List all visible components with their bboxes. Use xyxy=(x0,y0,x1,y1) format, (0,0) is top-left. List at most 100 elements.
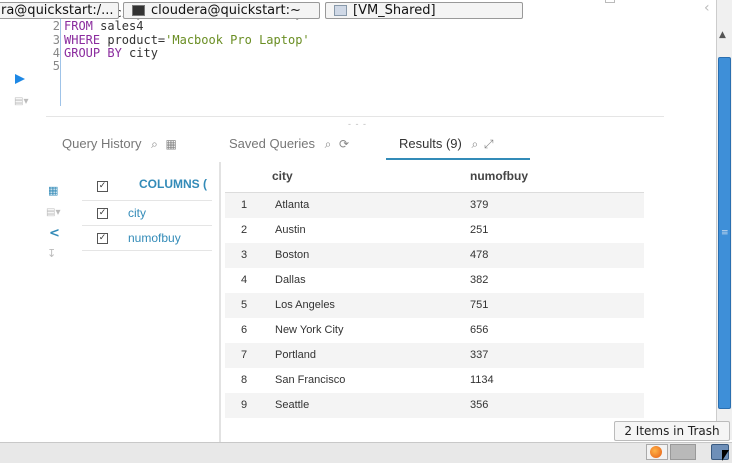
book-icon[interactable]: ▤▾ xyxy=(14,96,28,107)
chevron-left-icon[interactable]: ‹ xyxy=(704,0,710,16)
table-row[interactable]: 4 Dallas 382 xyxy=(225,268,644,293)
table-row[interactable]: 7 Portland 337 xyxy=(225,343,644,368)
column-label[interactable]: city xyxy=(128,206,146,220)
tab-saved-queries[interactable]: Saved Queries ⌕ ⟳ xyxy=(229,130,349,160)
columns-header: COLUMNS ( xyxy=(139,177,207,191)
cell-city: San Francisco xyxy=(275,374,346,386)
search-icon[interactable]: ⌕ xyxy=(151,137,158,151)
line-number: 2 xyxy=(52,19,60,34)
chart-icon[interactable]: ▤▾ xyxy=(46,207,60,218)
sql-token: product= xyxy=(100,32,166,47)
play-icon[interactable] xyxy=(15,74,25,84)
table-row[interactable]: 6 New York City 656 xyxy=(225,318,644,343)
expand-icon[interactable]: ⤢ xyxy=(484,137,494,151)
search-icon[interactable]: ⌕ xyxy=(325,137,332,151)
refresh-icon[interactable]: ⟳ xyxy=(339,137,349,151)
row-number: 3 xyxy=(240,249,248,261)
line-number: 5 xyxy=(52,59,60,74)
table-row[interactable]: 9 Seattle 356 xyxy=(225,393,644,418)
cell-city: Seattle xyxy=(275,399,310,411)
taskbar xyxy=(0,442,732,463)
taskbar-label: [VM_Shared] xyxy=(353,3,436,18)
cell-numofbuy: 1134 xyxy=(470,374,494,386)
sql-token: sales4 xyxy=(92,19,144,34)
row-number: 6 xyxy=(240,324,248,336)
expand-handle xyxy=(605,0,615,3)
column-row-city[interactable]: ✓ city xyxy=(82,201,212,226)
resize-handle[interactable]: - - - xyxy=(348,119,367,129)
row-number: 8 xyxy=(240,374,248,386)
firefox-icon xyxy=(650,446,662,458)
trash-tooltip: 2 Items in Trash xyxy=(614,421,730,441)
workspace-switcher[interactable] xyxy=(670,444,696,460)
table-row[interactable]: 3 Boston 478 xyxy=(225,243,644,268)
sql-keyword: WHERE xyxy=(64,32,101,47)
taskbar-label: cloudera@quickstart:~ xyxy=(151,3,301,18)
cell-city: Portland xyxy=(275,349,316,361)
cell-numofbuy: 356 xyxy=(470,399,489,411)
folder-icon xyxy=(334,5,347,16)
row-number: 9 xyxy=(240,399,248,411)
sql-keyword: FROM xyxy=(64,19,93,34)
cell-city: Atlanta xyxy=(275,199,310,211)
cell-city: Austin xyxy=(275,224,306,236)
taskbar-item-terminal-1[interactable]: ra@quickstart:/... xyxy=(0,2,119,19)
row-number: 4 xyxy=(240,274,248,286)
gutter-divider xyxy=(60,6,61,106)
code-line: WHERE product='Macbook Pro Laptop' xyxy=(64,32,310,47)
column-label[interactable]: numofbuy xyxy=(128,231,181,245)
cell-numofbuy: 478 xyxy=(470,249,489,261)
line-number: 4 xyxy=(52,45,60,60)
tab-results[interactable]: Results (9) ⌕ ⤢ xyxy=(386,130,530,160)
mouse-cursor xyxy=(722,450,729,461)
cell-city: New York City xyxy=(275,324,344,336)
result-tabs: Query History ⌕ ▦ Saved Queries ⌕ ⟳ Resu… xyxy=(46,130,664,160)
columns-header-row: ✓ COLUMNS ( xyxy=(82,170,212,201)
table-row[interactable]: 1 Atlanta 379 xyxy=(225,193,644,218)
download-icon[interactable]: ↧ xyxy=(47,247,56,260)
tab-query-history[interactable]: Query History ⌕ ▦ xyxy=(62,130,177,160)
column-checkbox[interactable]: ✓ xyxy=(97,208,108,219)
sql-keyword: GROUP BY xyxy=(64,45,122,60)
table-row[interactable]: 5 Los Angeles 751 xyxy=(225,293,644,318)
search-icon[interactable]: ⌕ xyxy=(471,137,478,151)
cell-numofbuy: 751 xyxy=(470,299,489,311)
tab-label: Saved Queries xyxy=(229,136,315,151)
row-number: 1 xyxy=(240,199,248,211)
calendar-icon[interactable]: ▦ xyxy=(165,137,176,151)
panel-separator xyxy=(219,162,221,442)
cell-city: Dallas xyxy=(275,274,306,286)
taskbar-label: ra@quickstart:/... xyxy=(1,3,114,18)
terminal-icon xyxy=(132,5,145,16)
table-row[interactable]: 2 Austin 251 xyxy=(225,218,644,243)
header-city[interactable]: city xyxy=(272,169,293,183)
select-all-checkbox[interactable]: ✓ xyxy=(97,181,108,192)
scroll-up-icon[interactable]: ▲ xyxy=(719,30,726,40)
cell-numofbuy: 379 xyxy=(470,199,489,211)
sql-token: city xyxy=(121,45,158,60)
column-checkbox[interactable]: ✓ xyxy=(97,233,108,244)
cell-numofbuy: 337 xyxy=(470,349,489,361)
row-number: 7 xyxy=(240,349,248,361)
row-number: 5 xyxy=(240,299,248,311)
sql-string: 'Macbook Pro Laptop' xyxy=(165,32,310,47)
grid-icon[interactable]: ▦ xyxy=(48,184,58,197)
grid-header: city numofbuy xyxy=(225,163,644,193)
taskbar-item-folder[interactable]: [VM_Shared] xyxy=(325,2,523,19)
cell-numofbuy: 382 xyxy=(470,274,489,286)
taskbar-item-terminal-2[interactable]: cloudera@quickstart:~ xyxy=(123,2,320,19)
chevron-left-icon[interactable]: < xyxy=(49,226,60,241)
tab-label: Results (9) xyxy=(399,136,462,151)
code-line: FROM sales4 xyxy=(64,20,310,33)
row-number: 2 xyxy=(240,224,248,236)
code-line: GROUP BY city xyxy=(64,45,310,60)
cell-numofbuy: 251 xyxy=(470,224,489,236)
editor-divider xyxy=(46,116,664,117)
column-row-numofbuy[interactable]: ✓ numofbuy xyxy=(82,226,212,251)
tab-label: Query History xyxy=(62,136,142,151)
grip-icon: ≡ xyxy=(721,228,729,238)
table-row[interactable]: 8 San Francisco 1134 xyxy=(225,368,644,393)
cell-city: Los Angeles xyxy=(275,299,335,311)
header-numofbuy[interactable]: numofbuy xyxy=(470,169,528,183)
